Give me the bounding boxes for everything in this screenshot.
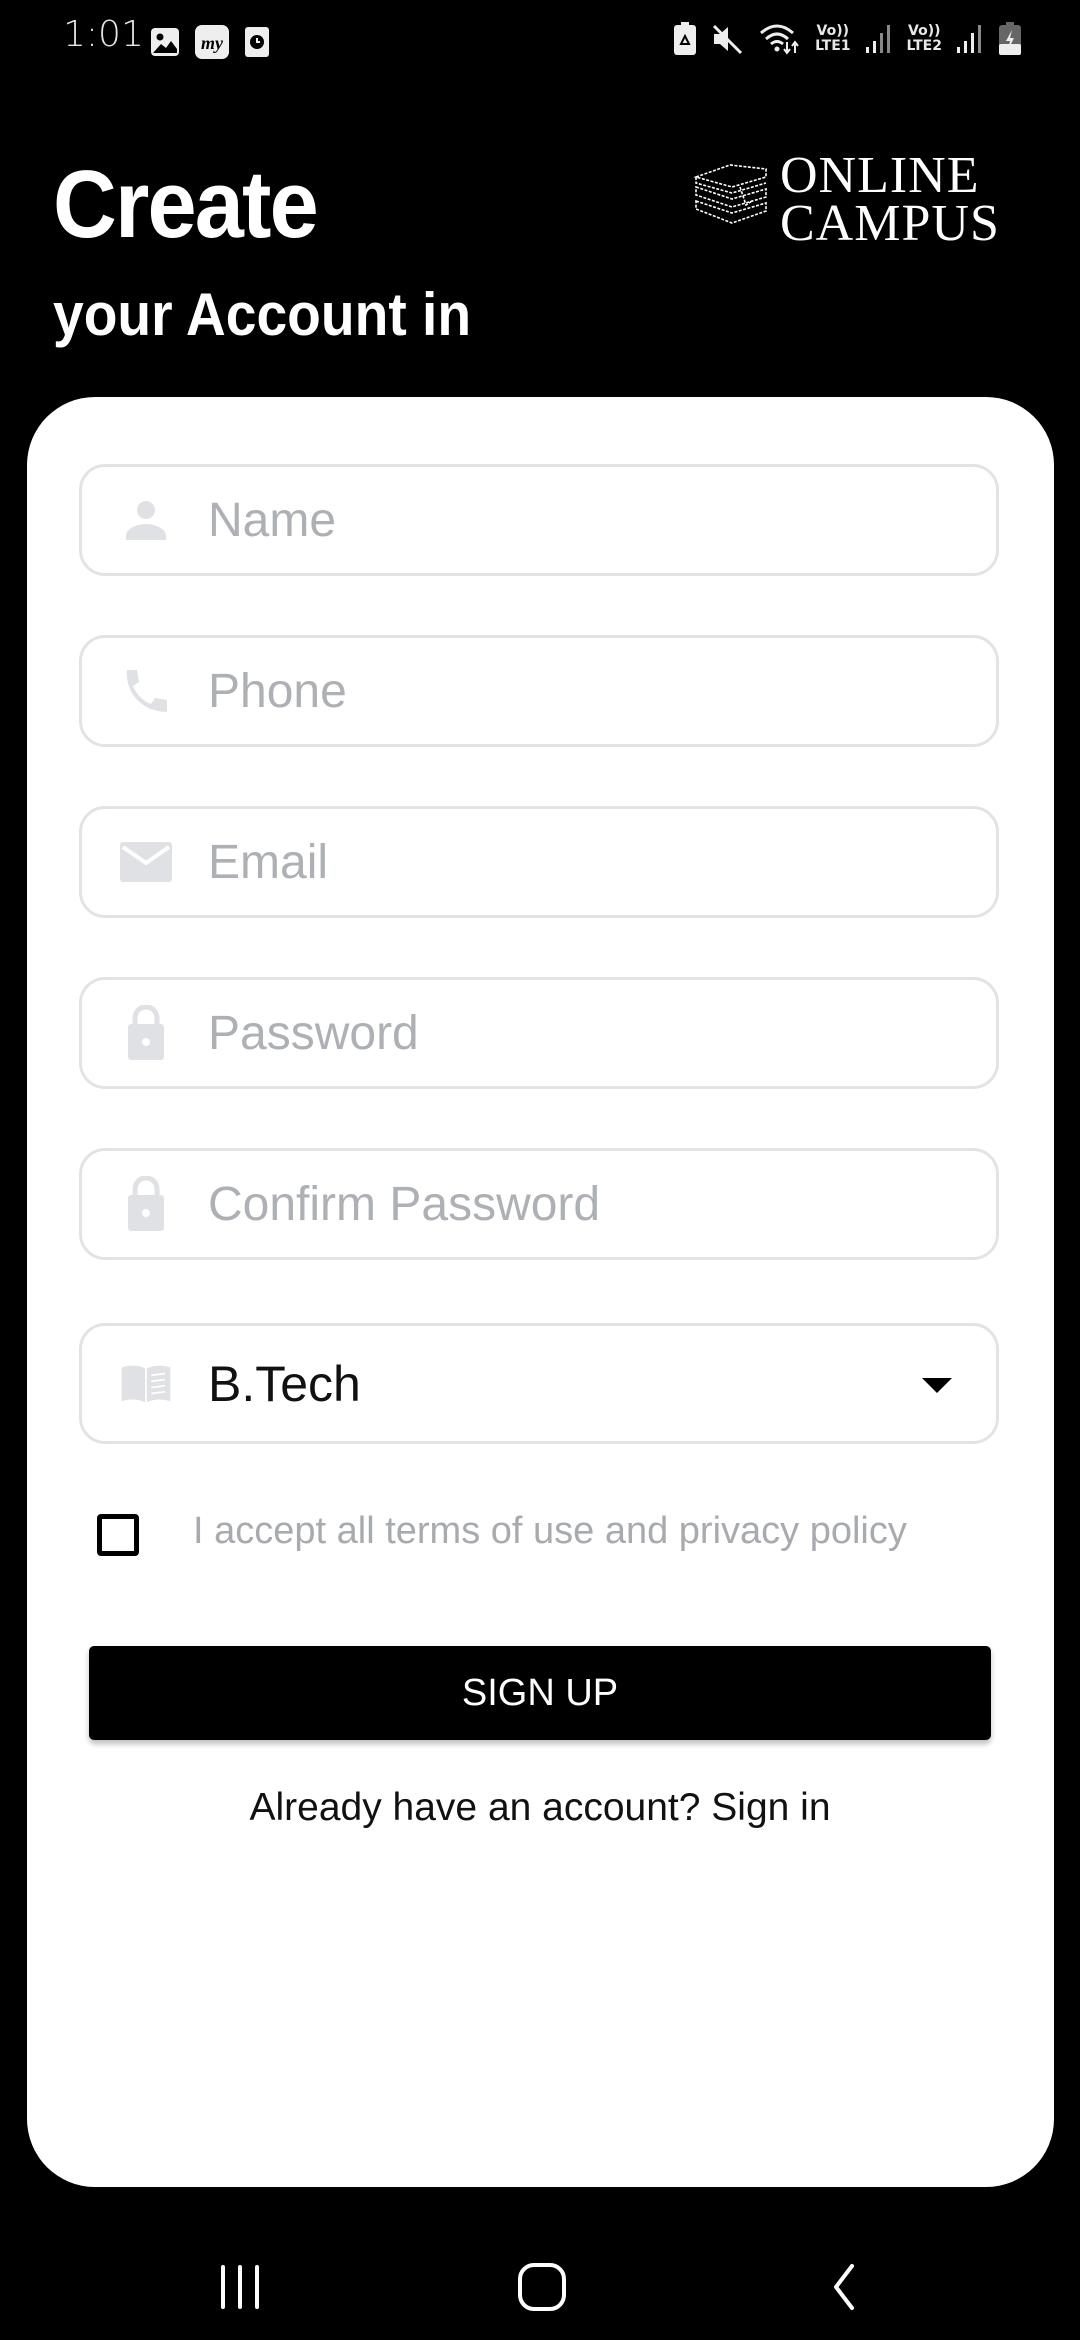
terms-row: I accept all terms of use and privacy po… <box>97 1510 907 1556</box>
status-time: 1:01 <box>63 14 144 55</box>
sign-up-button[interactable]: SIGN UP <box>89 1646 991 1740</box>
home-icon <box>518 2263 566 2311</box>
person-icon <box>120 494 172 546</box>
book-icon <box>120 1358 172 1410</box>
back-button[interactable] <box>804 2252 884 2322</box>
online-campus-logo: ONLINE CAMPUS <box>692 147 1000 252</box>
status-bar: 1:01 my Vo)) LTE1 Vo)) LTE2 <box>0 0 1080 84</box>
name-placeholder: Name <box>208 493 337 547</box>
logo-line-2: CAMPUS <box>780 195 1000 252</box>
navigation-bar <box>0 2230 1080 2340</box>
confirm-password-placeholder: Confirm Password <box>208 1177 601 1231</box>
confirm-password-field[interactable]: Confirm Password <box>79 1148 999 1260</box>
phone-placeholder: Phone <box>208 664 347 718</box>
clock-icon <box>244 26 270 58</box>
lock-icon <box>120 1176 172 1231</box>
volte-lte2-icon: Vo)) LTE2 <box>906 23 942 54</box>
battery-saver-icon <box>673 22 697 56</box>
logo-line-1: ONLINE <box>780 147 980 204</box>
email-field[interactable]: Email <box>79 806 999 918</box>
books-stack-icon <box>692 163 772 238</box>
wifi-icon <box>759 22 801 56</box>
recent-apps-button[interactable] <box>200 2252 280 2322</box>
page-title: Create <box>53 151 319 258</box>
volte-lte1-icon: Vo)) LTE1 <box>815 23 851 54</box>
name-field[interactable]: Name <box>79 464 999 576</box>
sign-in-link[interactable]: Already have an account? Sign in <box>0 1786 1080 1830</box>
battery-charging-icon <box>998 22 1022 56</box>
sign-up-label: SIGN UP <box>461 1671 619 1714</box>
phone-field[interactable]: Phone <box>79 635 999 747</box>
gallery-icon <box>150 27 180 57</box>
chevron-down-icon[interactable] <box>922 1377 952 1393</box>
email-placeholder: Email <box>208 835 329 889</box>
signal-2-icon <box>956 23 984 55</box>
course-dropdown[interactable]: B.Tech <box>79 1323 999 1444</box>
password-field[interactable]: Password <box>79 977 999 1089</box>
myjio-app-icon: my <box>194 24 230 60</box>
recent-apps-icon <box>221 2265 259 2309</box>
phone-icon <box>120 665 172 717</box>
home-button[interactable] <box>502 2252 582 2322</box>
mute-icon <box>711 23 745 55</box>
page-subtitle: your Account in <box>53 281 472 348</box>
terms-label[interactable]: I accept all terms of use and privacy po… <box>193 1510 907 1553</box>
course-selected-value: B.Tech <box>208 1355 361 1412</box>
mail-icon <box>120 836 172 888</box>
password-placeholder: Password <box>208 1006 419 1060</box>
terms-checkbox[interactable] <box>97 1514 139 1556</box>
back-icon <box>834 2264 854 2310</box>
lock-icon <box>120 1005 172 1060</box>
svg-text:my: my <box>201 33 224 53</box>
signal-1-icon <box>865 23 893 55</box>
